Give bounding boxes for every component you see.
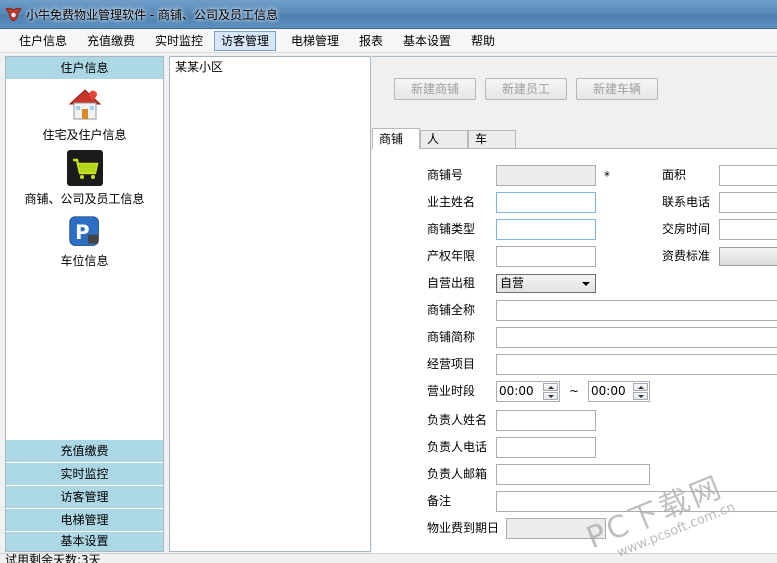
parking-icon: P [68,216,99,246]
manager-phone-label: 负责人电话 [427,440,488,454]
shop-no-label: 商铺号 [427,168,464,182]
property-years-field[interactable] [496,246,596,267]
spin-up-icon[interactable] [543,383,558,391]
fee-standard-label: 资费标准 [662,249,711,263]
self-rent-select[interactable]: 自营 [496,274,596,293]
community-tree: 某某小区 [169,56,371,552]
fee-standard-select[interactable] [719,247,777,266]
left-nav-panel: 住户信息 住宅及住户信息 商铺、公司及员工信息 P 车位信息 充值缴费 实时监控… [5,56,164,552]
full-name-field[interactable] [496,300,777,321]
short-name-label: 商铺简称 [427,330,476,344]
shop-form: 商铺号 * 面积 业主姓名 联系电话 商铺类型 交房时间 产权年限 资费标准 自… [372,148,777,553]
nav-entry-residential[interactable]: 住宅及住户信息 [6,85,163,143]
menu-visitors[interactable]: 访客管理 [214,31,277,51]
nav-entry-label: 商铺、公司及员工信息 [24,192,145,206]
hours-label: 营业时段 [427,384,476,398]
nav-group-visitors[interactable]: 访客管理 [6,486,163,508]
self-rent-label: 自营出租 [427,276,476,290]
phone-field[interactable] [719,192,777,213]
tree-node-root[interactable]: 某某小区 [175,58,223,75]
menu-settings[interactable]: 基本设置 [397,31,457,51]
fee-due-label: 物业费到期日 [427,521,500,535]
area-field[interactable] [719,165,777,186]
short-name-field[interactable] [496,327,777,348]
nav-entry-label: 车位信息 [60,254,109,268]
house-icon [68,89,101,120]
manager-name-label: 负责人姓名 [427,413,488,427]
spinner-buttons[interactable] [543,383,558,400]
shop-no-field[interactable] [496,165,596,186]
new-vehicle-button[interactable]: 新建车辆 [576,78,658,100]
hours-end-spinner[interactable]: 00:00 [588,381,650,402]
self-rent-value: 自营 [500,276,525,290]
shopping-cart-icon [66,150,103,186]
shop-type-label: 商铺类型 [427,222,476,236]
status-bar: 试用剩余天数:3天 [0,553,777,563]
nav-group-recharge[interactable]: 充值缴费 [6,440,163,462]
handover-time-field[interactable] [719,219,777,240]
menu-elevator[interactable]: 电梯管理 [285,31,345,51]
area-label: 面积 [662,168,687,182]
nav-group-settings[interactable]: 基本设置 [6,532,163,551]
hours-end-value: 00:00 [591,384,626,398]
owner-name-label: 业主姓名 [427,195,476,209]
shop-type-field[interactable] [496,219,596,240]
property-years-label: 产权年限 [427,249,476,263]
menu-recharge[interactable]: 充值缴费 [81,31,141,51]
menu-help[interactable]: 帮助 [465,31,501,51]
remark-field[interactable] [496,491,777,512]
menu-bar: 住户信息 充值缴费 实时监控 访客管理 电梯管理 报表 基本设置 帮助 [0,29,777,53]
new-staff-button[interactable]: 新建员工 [485,78,567,100]
trial-status: 试用剩余天数:3天 [5,553,101,563]
menu-residents[interactable]: 住户信息 [13,31,73,51]
nav-entry-parking[interactable]: P 车位信息 [6,215,163,269]
hours-start-spinner[interactable]: 00:00 [496,381,560,402]
business-field[interactable] [496,354,777,375]
required-mark: * [604,169,610,183]
menu-reports[interactable]: 报表 [353,31,389,51]
handover-time-label: 交房时间 [662,222,711,236]
manager-email-field[interactable] [496,464,650,485]
new-shop-button[interactable]: 新建商铺 [394,78,476,100]
tab-shop[interactable]: 商铺 [372,128,420,149]
nav-group-monitor[interactable]: 实时监控 [6,463,163,485]
title-bar: 小牛免费物业管理软件 - 商铺、公司及员工信息 [0,0,777,29]
svg-text:P: P [75,221,89,244]
spin-down-icon[interactable] [633,392,648,400]
nav-entry-label: 住宅及住户信息 [42,128,127,142]
full-name-label: 商铺全称 [427,303,476,317]
nav-group-elevator[interactable]: 电梯管理 [6,509,163,531]
menu-monitor[interactable]: 实时监控 [149,31,209,51]
spin-up-icon[interactable] [633,383,648,391]
hours-separator: ~ [569,384,580,398]
app-logo-icon [5,7,22,22]
spinner-buttons[interactable] [633,383,648,400]
window-title: 小牛免费物业管理软件 - 商铺、公司及员工信息 [26,8,278,22]
spin-down-icon[interactable] [543,392,558,400]
chevron-down-icon [582,282,590,286]
tab-strip: 商铺 人 车 [372,128,777,149]
tab-person[interactable]: 人 [420,130,468,148]
tab-vehicle[interactable]: 车 [468,130,516,148]
owner-name-field[interactable] [496,192,596,213]
phone-label: 联系电话 [662,195,711,209]
manager-phone-field[interactable] [496,437,596,458]
remark-label: 备注 [427,494,452,508]
business-label: 经营项目 [427,357,476,371]
manager-name-field[interactable] [496,410,596,431]
manager-email-label: 负责人邮箱 [427,467,488,481]
fee-due-field[interactable] [506,518,606,539]
nav-group-residents[interactable]: 住户信息 [6,57,163,79]
hours-start-value: 00:00 [499,384,534,398]
detail-panel: 新建商铺 新建员工 新建车辆 商铺 人 车 商铺号 * 面积 业主姓名 联系电话… [372,56,777,553]
nav-entry-shops[interactable]: 商铺、公司及员工信息 [6,149,163,207]
